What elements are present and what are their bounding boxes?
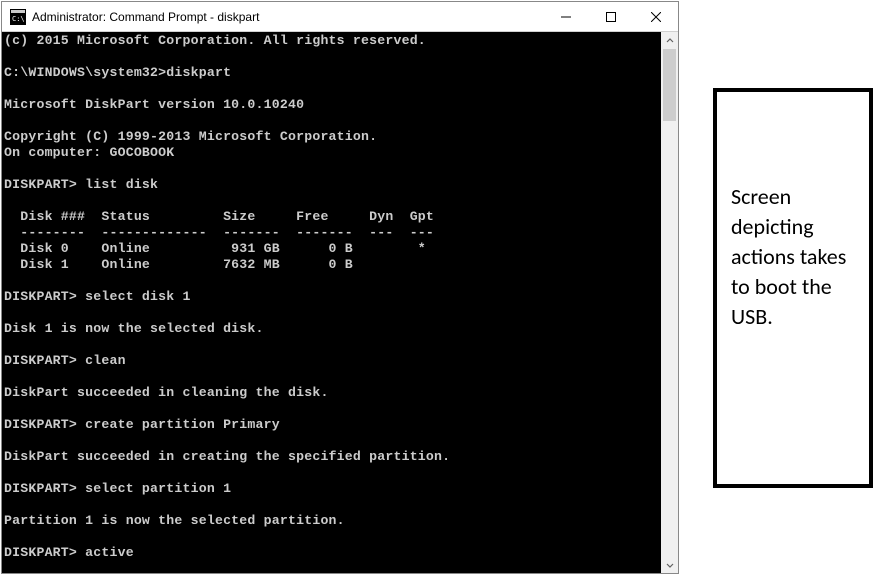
window-title: Administrator: Command Prompt - diskpart [32, 10, 543, 24]
close-button[interactable] [633, 2, 678, 31]
minimize-icon [561, 12, 571, 22]
command-prompt-window: C:\ Administrator: Command Prompt - disk… [1, 1, 679, 574]
close-icon [651, 12, 661, 22]
svg-text:C:\: C:\ [12, 15, 25, 23]
scrollbar-thumb[interactable] [663, 49, 676, 121]
scrollbar-vertical[interactable] [661, 32, 678, 573]
maximize-button[interactable] [588, 2, 633, 31]
scroll-up-button[interactable] [661, 32, 678, 49]
terminal-area: (c) 2015 Microsoft Corporation. All righ… [2, 32, 678, 573]
maximize-icon [606, 12, 616, 22]
caption-box: Screen depicting actions takes to boot t… [713, 88, 873, 488]
title-bar[interactable]: C:\ Administrator: Command Prompt - disk… [2, 2, 678, 32]
caption-text: Screen depicting actions takes to boot t… [731, 182, 855, 332]
minimize-button[interactable] [543, 2, 588, 31]
scroll-down-button[interactable] [661, 556, 678, 573]
window-controls [543, 2, 678, 31]
chevron-down-icon [666, 561, 674, 569]
chevron-up-icon [666, 37, 674, 45]
terminal-output[interactable]: (c) 2015 Microsoft Corporation. All righ… [2, 32, 661, 573]
cmd-icon: C:\ [10, 9, 26, 25]
